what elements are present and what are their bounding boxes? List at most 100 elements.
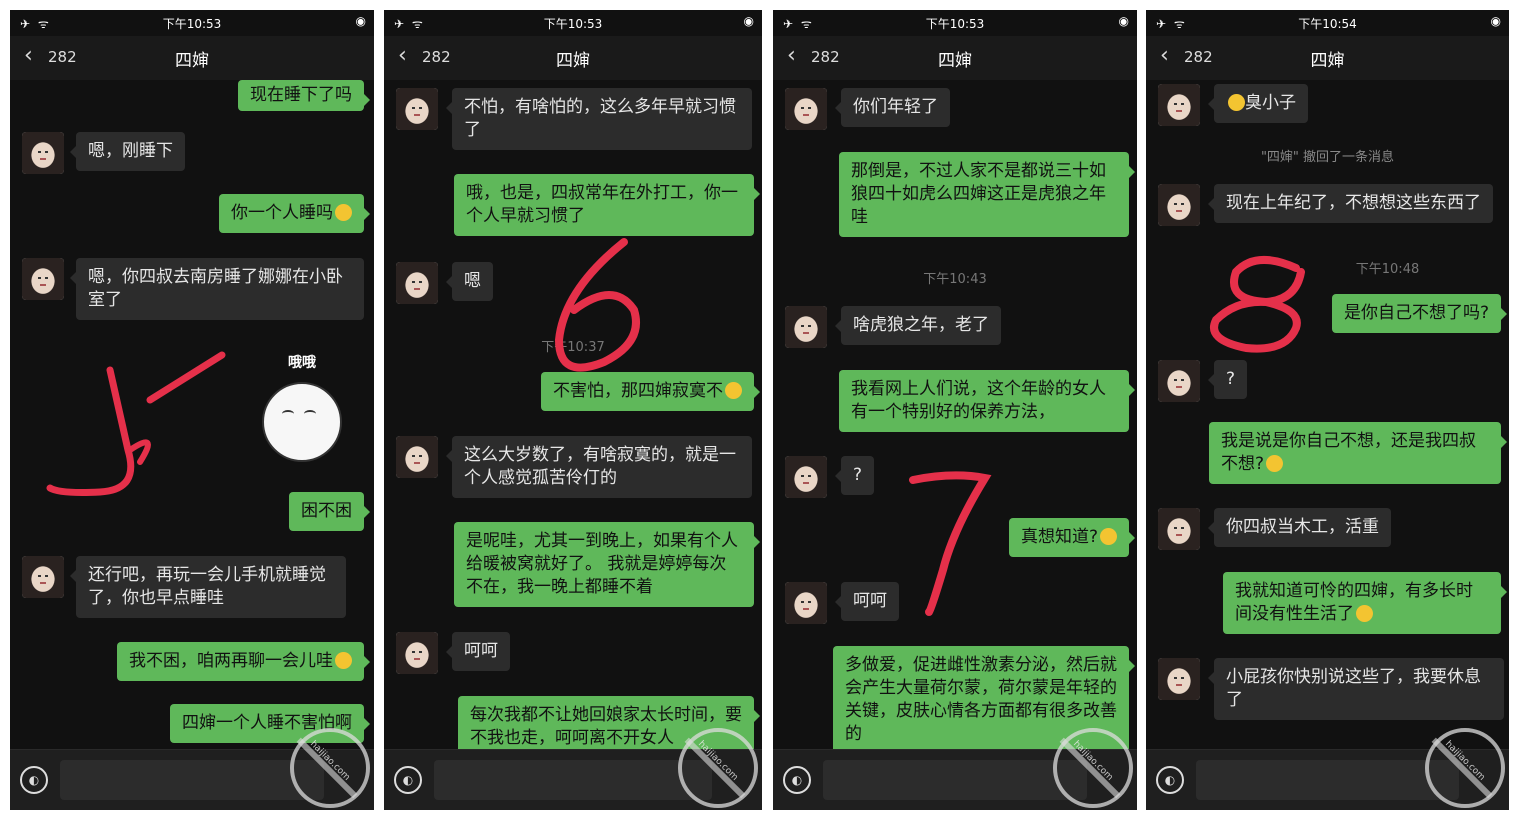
watermark-logo: haijiao.com (290, 728, 370, 808)
message-bubble-incoming[interactable]: ? (1207, 360, 1248, 399)
message-bubble-outgoing[interactable]: 那倒是，不过人家不是都说三十如狼四十如虎么四婶这正是虎狼之年哇 (839, 152, 1135, 237)
message-bubble-outgoing[interactable]: 我是说是你自己不想，还是我四叔不想? (1209, 422, 1507, 484)
message-text: 臭小子 (1245, 93, 1296, 113)
message-bubble-incoming[interactable]: 小屁孩你快别说这些了，我要休息了 (1208, 658, 1504, 720)
message-text: ? (1226, 369, 1236, 389)
message-bubble-incoming[interactable]: 嗯，刚睡下 (70, 132, 185, 171)
message-text: 我就知道可怜的四婶，有多长时间没有性生活了 (1235, 581, 1473, 624)
message-list[interactable]: 现在睡下了吗 嗯，刚睡下 你一个人睡吗 嗯，你四叔去南房睡了娜娜在小卧室了 哦哦… (10, 80, 374, 750)
message-bubble-incoming[interactable]: 这么大岁数了，有啥寂寞的，就是一个人感觉孤苦伶仃的 (446, 436, 752, 498)
chat-panel-1: ✈ ᯤ 下午10:53 ◉ ‹ 282 四婶 现在睡下了吗 嗯，刚睡下 你一个人… (10, 10, 374, 810)
avatar[interactable] (1158, 658, 1200, 700)
avatar[interactable] (785, 88, 827, 130)
message-text: 那倒是，不过人家不是都说三十如狼四十如虎么四婶这正是虎狼之年哇 (851, 161, 1106, 227)
message-bubble-outgoing[interactable]: 不害怕，那四婶寂寞不 (541, 372, 760, 411)
message-bubble-outgoing[interactable]: 是你自己不想了吗? (1331, 294, 1508, 333)
message-bubble-outgoing[interactable]: 我看网上人们说，这个年龄的女人有一个特别好的保养方法， (839, 370, 1135, 432)
status-time: 下午10:53 (925, 17, 985, 31)
avatar[interactable] (785, 456, 827, 498)
avatar[interactable] (1158, 360, 1200, 402)
avatar[interactable] (22, 258, 64, 300)
avatar[interactable] (1158, 84, 1200, 126)
message-input[interactable] (434, 760, 712, 800)
avatar[interactable] (1158, 184, 1200, 226)
message-bubble-incoming[interactable]: 臭小子 (1208, 84, 1308, 123)
avatar[interactable] (396, 262, 438, 304)
avatar[interactable] (396, 632, 438, 674)
chat-panel-2: ✈ ᯤ 下午10:53 ◉ ‹ 282 四婶 不怕，有啥怕的，这么多年早就习惯了… (384, 10, 762, 810)
message-text: 哦，也是，四叔常年在外打工，你一个人早就习惯了 (466, 183, 738, 226)
message-text: 你四叔当木工，活重 (1226, 517, 1379, 537)
nav-bar: ‹ 282 四婶 (10, 36, 374, 80)
message-bubble-outgoing[interactable]: 我就知道可怜的四婶，有多长时间没有性生活了 (1223, 572, 1507, 634)
avatar[interactable] (1158, 508, 1200, 550)
nav-bar: ‹ 282 四婶 (1146, 36, 1509, 80)
message-bubble-outgoing[interactable]: 我不困，咱两再聊一会儿哇 (117, 642, 370, 681)
message-input[interactable] (1196, 760, 1459, 800)
location-icon: ◉ (1118, 14, 1129, 28)
message-list[interactable]: 臭小子 "四婶" 撤回了一条消息 现在上年纪了，不想想这些东西了 下午10:48… (1146, 80, 1509, 750)
avatar[interactable] (785, 306, 827, 348)
avatar[interactable] (22, 132, 64, 174)
message-bubble-incoming[interactable]: ? (834, 456, 875, 495)
thinking-emoji-icon (725, 382, 742, 399)
message-bubble-outgoing[interactable]: 真想知道? (1008, 518, 1136, 557)
message-text: 我不困，咱两再聊一会儿哇 (129, 651, 333, 671)
avatar[interactable] (785, 582, 827, 624)
message-bubble-outgoing[interactable]: 困不困 (289, 492, 370, 531)
avatar[interactable] (22, 556, 64, 598)
watermark-logo: haijiao.com (1053, 728, 1133, 808)
message-text: 还行吧，再玩一会儿手机就睡觉了，你也早点睡哇 (88, 565, 326, 608)
message-bubble-incoming[interactable]: 嗯 (446, 262, 493, 301)
chat-title: 四婶 (1310, 51, 1345, 71)
message-text: 困不困 (301, 501, 352, 521)
message-text: 呵呵 (464, 641, 498, 661)
message-bubble-incoming[interactable]: 呵呵 (446, 632, 510, 671)
nav-bar: ‹ 282 四婶 (384, 36, 762, 80)
avatar[interactable] (396, 88, 438, 130)
message-bubble-incoming[interactable]: 不怕，有啥怕的，这么多年早就习惯了 (446, 88, 752, 150)
watermark-text: haijiao.com (1443, 739, 1487, 783)
message-text: 你们年轻了 (853, 97, 938, 117)
message-list[interactable]: 你们年轻了 那倒是，不过人家不是都说三十如狼四十如虎么四婶这正是虎狼之年哇 下午… (773, 80, 1137, 750)
message-text: 这么大岁数了，有啥寂寞的，就是一个人感觉孤苦伶仃的 (464, 445, 736, 488)
chat-panel-4: ✈ ᯤ 下午10:54 ◉ ‹ 282 四婶 臭小子 "四婶" 撤回了一条消息 … (1146, 10, 1509, 810)
message-bubble-outgoing[interactable]: 你一个人睡吗 (219, 194, 370, 233)
message-input[interactable] (60, 760, 324, 800)
voice-icon[interactable]: ◐ (1156, 766, 1184, 794)
sticker-cartoon-icon[interactable]: 哦哦 (258, 352, 344, 470)
location-icon: ◉ (743, 14, 754, 28)
message-input[interactable] (823, 760, 1087, 800)
message-bubble-incoming[interactable]: 呵呵 (835, 582, 899, 621)
message-text: 不怕，有啥怕的，这么多年早就习惯了 (464, 97, 736, 140)
avatar[interactable] (396, 436, 438, 478)
nav-bar: ‹ 282 四婶 (773, 36, 1137, 80)
message-text: 小屁孩你快别说这些了，我要休息了 (1226, 667, 1481, 710)
status-time: 下午10:53 (162, 17, 222, 31)
sticker-caption: 哦哦 (288, 355, 316, 371)
message-list[interactable]: 不怕，有啥怕的，这么多年早就习惯了 哦，也是，四叔常年在外打工，你一个人早就习惯… (384, 80, 762, 750)
watermark-text: haijiao.com (1071, 739, 1115, 783)
status-bar: ✈ ᯤ 下午10:53 ◉ (10, 10, 374, 36)
watermark-logo: haijiao.com (1425, 728, 1505, 808)
thinking-emoji-icon (1100, 528, 1117, 545)
message-bubble-incoming[interactable]: 还行吧，再玩一会儿手机就睡觉了，你也早点睡哇 (70, 556, 346, 618)
message-bubble-incoming[interactable]: 嗯，你四叔去南房睡了娜娜在小卧室了 (70, 258, 364, 320)
voice-icon[interactable]: ◐ (783, 766, 811, 794)
message-text: 不害怕，那四婶寂寞不 (553, 381, 723, 401)
message-bubble-outgoing[interactable]: 是呢哇，尤其一到晚上，如果有个人给暖被窝就好了。 我就是婷婷每次不在，我一晚上都… (454, 522, 760, 607)
message-bubble-incoming[interactable]: 你四叔当木工，活重 (1208, 508, 1391, 547)
message-bubble-incoming[interactable]: 你们年轻了 (835, 88, 950, 127)
message-bubble-incoming[interactable]: 现在上年纪了，不想想这些东西了 (1208, 184, 1493, 223)
message-bubble-incoming[interactable]: 啥虎狼之年，老了 (835, 306, 1001, 345)
voice-icon[interactable]: ◐ (394, 766, 422, 794)
chat-title: 四婶 (175, 51, 209, 71)
message-text: ? (853, 465, 863, 485)
message-bubble-outgoing[interactable]: 哦，也是，四叔常年在外打工，你一个人早就习惯了 (454, 174, 760, 236)
status-bar: ✈ ᯤ 下午10:53 ◉ (773, 10, 1137, 36)
watermark-logo: haijiao.com (678, 728, 758, 808)
message-bubble-outgoing[interactable]: 现在睡下了吗 (238, 80, 370, 111)
message-text: 现在睡下了吗 (250, 85, 352, 105)
watermark-text: haijiao.com (696, 739, 740, 783)
voice-icon[interactable]: ◐ (20, 766, 48, 794)
